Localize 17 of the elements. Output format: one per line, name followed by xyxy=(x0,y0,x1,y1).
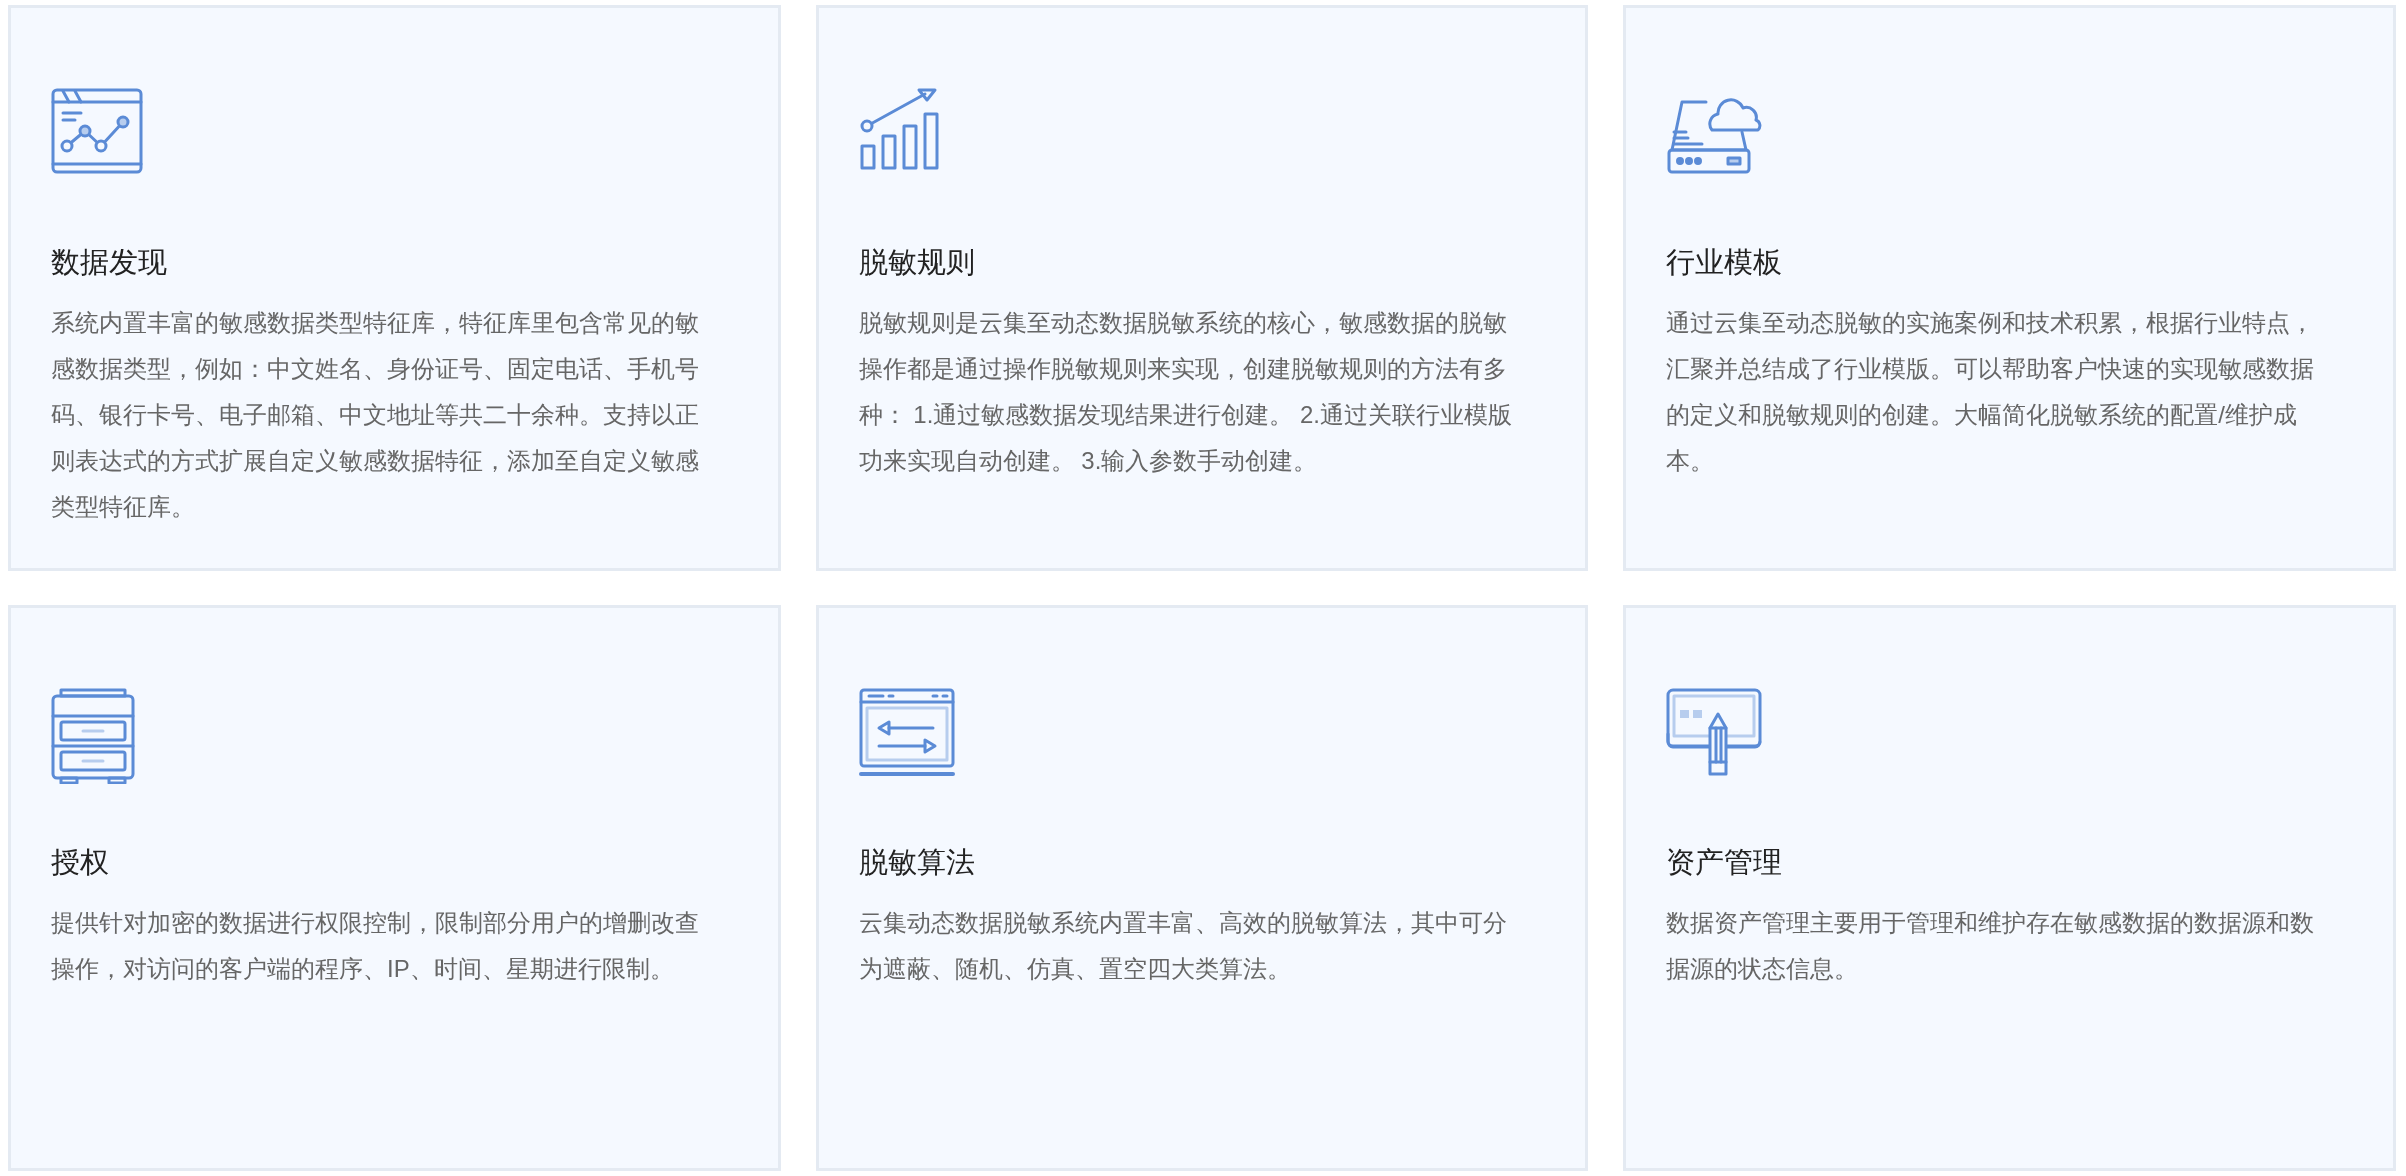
feature-description: 系统内置丰富的敏感数据类型特征库，特征库里包含常见的敏感数据类型，例如：中文姓名、身份证号、固定电话、手机号码、银行卡号、电子邮箱、中文地址等共二十余种。支持以正则表达式的方式扩展自定义敏感数据特征，添加至自定义敏感类型特征库。 xyxy=(51,308,700,522)
feature-title: 脱敏规则 xyxy=(858,245,975,280)
feature-title: 资产管理 xyxy=(1666,845,1783,880)
feature-title: 授权 xyxy=(51,845,109,880)
feature-description: 通过云集至动态脱敏的实施案例和技术积累，根据行业特点，汇聚并总结成了行业模版。可以帮助客户快速的实现敏感数据的定义和脱敏规则的创建。大幅简化脱敏系统的配置/维护成本。 xyxy=(1666,308,2316,476)
cabinet-icon xyxy=(51,688,135,784)
feature-title: 数据发现 xyxy=(51,245,167,280)
growth-bars-icon xyxy=(858,88,941,170)
chart-window-icon xyxy=(51,88,143,174)
feature-description: 提供针对加密的数据进行权限控制，限制部分用户的增删改查操作，对访问的客户端的程序、IP、时间、星期进行限制。 xyxy=(51,908,700,984)
feature-title: 行业模板 xyxy=(1666,245,1783,280)
feature-description: 数据资产管理主要用于管理和维护存在敏感数据的数据源和数据源的状态信息。 xyxy=(1666,908,2316,984)
arrows-window-icon xyxy=(858,688,955,778)
card-pencil-icon xyxy=(1666,688,1763,778)
feature-description: 云集动态数据脱敏系统内置丰富、高效的脱敏算法，其中可分为遮蔽、随机、仿真、置空四大类算法。 xyxy=(858,908,1508,984)
feature-title: 脱敏算法 xyxy=(858,845,975,880)
feature-description: 脱敏规则是云集至动态数据脱敏系统的核心，敏感数据的脱敏操作都是通过操作脱敏规则来实现，创建脱敏规则的方法有多种： 1.通过敏感数据发现结果进行创建。 2.通过关联行业模版功来实现自动创建。 3.输入参数手动创建。 xyxy=(858,308,1514,476)
